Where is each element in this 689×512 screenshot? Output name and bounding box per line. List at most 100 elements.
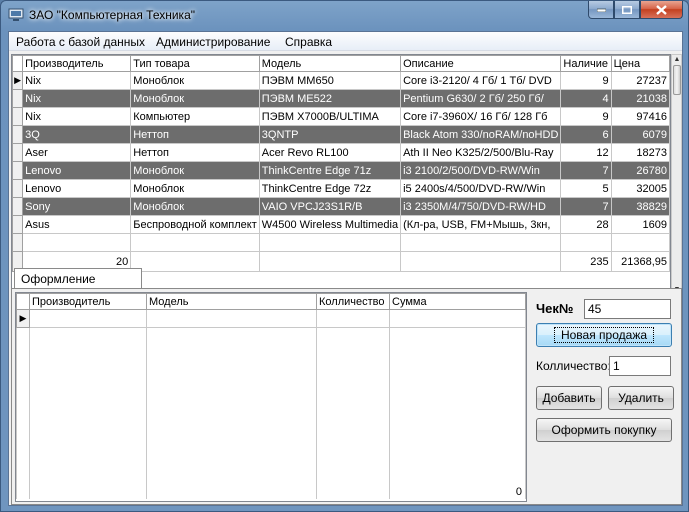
row-header[interactable] xyxy=(12,215,24,234)
cell-description[interactable]: Ath II Neo K325/2/500/Blu-Ray xyxy=(400,143,562,162)
cell-price[interactable]: 27237 xyxy=(610,71,670,90)
column-header-model[interactable]: Модель xyxy=(146,293,317,310)
cell-price[interactable]: 18273 xyxy=(610,143,670,162)
cell-stock[interactable]: 6 xyxy=(560,125,612,144)
remove-button[interactable]: Удалить xyxy=(608,386,674,410)
row-header[interactable] xyxy=(12,179,24,198)
table-row[interactable]: Nix Моноблок ПЭВМ ME522 Pentium G630/ 2 Гб/… xyxy=(12,89,670,108)
cell-model[interactable]: ПЭВМ X7000B/ULTIMA xyxy=(258,107,402,126)
column-header-type[interactable]: Тип товара xyxy=(130,55,260,72)
menu-administration[interactable]: Администрирование xyxy=(156,35,270,49)
cell-description[interactable]: i5 2400s/4/500/DVD-RW/Win xyxy=(400,179,562,198)
cell[interactable] xyxy=(560,233,612,252)
cell-type[interactable]: Моноблок xyxy=(130,197,260,216)
close-button[interactable] xyxy=(640,1,683,19)
title-bar[interactable]: ЗАО "Компьютерная Техника" xyxy=(1,1,688,31)
cell-stock[interactable]: 7 xyxy=(560,197,612,216)
checkout-button[interactable]: Оформить покупку xyxy=(536,418,672,442)
current-row-arrow-icon[interactable]: ▶ xyxy=(12,71,24,90)
table-row[interactable]: 3Q Неттоп 3QNTP Black Atom 330/noRAM/noHDD… xyxy=(12,125,670,144)
cell[interactable] xyxy=(146,309,317,328)
cell-price[interactable]: 26780 xyxy=(610,161,670,180)
row-header[interactable] xyxy=(12,143,24,162)
cell-type[interactable]: Моноблок xyxy=(130,89,260,108)
cell-type[interactable]: Моноблок xyxy=(130,179,260,198)
scroll-up-icon[interactable]: ▲ xyxy=(673,55,681,64)
column-header-manufacturer[interactable]: Производитель xyxy=(22,55,132,72)
add-button[interactable]: Добавить xyxy=(536,386,602,410)
row-header[interactable] xyxy=(12,125,24,144)
cell-manufacturer[interactable]: Sony xyxy=(22,197,132,216)
cell-price[interactable]: 38829 xyxy=(610,197,670,216)
table-row[interactable]: Asus Беспроводной комплект W4500 Wireless … xyxy=(12,215,670,234)
table-row[interactable]: ▶ Nix Моноблок ПЭВМ MM650 Core i3-2120/ 4 Гб… xyxy=(12,71,670,90)
table-row[interactable]: Aser Неттоп Acer Revo RL100 Ath II Neo K325… xyxy=(12,143,670,162)
sale-new-row[interactable]: ▶ xyxy=(16,309,526,328)
cell[interactable] xyxy=(389,309,526,328)
column-header-manufacturer[interactable]: Производитель xyxy=(29,293,147,310)
check-number-field[interactable]: 45 xyxy=(584,299,671,319)
menu-database[interactable]: Работа с базой данных xyxy=(16,35,145,49)
cell-stock[interactable]: 4 xyxy=(560,89,612,108)
cell-description[interactable]: i3 2350M/4/750/DVD-RW/HD xyxy=(400,197,562,216)
cell-manufacturer[interactable]: Lenovo xyxy=(22,179,132,198)
cell-model[interactable]: VAIO VPCJ23S1R/B xyxy=(258,197,402,216)
minimize-button[interactable] xyxy=(588,1,614,19)
cell-manufacturer[interactable]: Asus xyxy=(22,215,132,234)
cell-stock[interactable]: 9 xyxy=(560,107,612,126)
menu-help[interactable]: Справка xyxy=(285,35,332,49)
products-scrollbar[interactable]: ▲ ▼ xyxy=(671,54,682,295)
cell-manufacturer[interactable]: Aser xyxy=(22,143,132,162)
cell-type[interactable]: Моноблок xyxy=(130,161,260,180)
column-header-price[interactable]: Цена xyxy=(610,55,670,72)
row-header[interactable] xyxy=(12,161,24,180)
cell[interactable] xyxy=(400,233,562,252)
cell-model[interactable]: 3QNTP xyxy=(258,125,402,144)
cell-type[interactable]: Неттоп xyxy=(130,125,260,144)
cell[interactable] xyxy=(29,309,147,328)
row-header[interactable] xyxy=(12,107,24,126)
cell-description[interactable]: Core i3-2120/ 4 Гб/ 1 Тб/ DVD xyxy=(400,71,562,90)
table-row[interactable]: Nix Компьютер ПЭВМ X7000B/ULTIMA Core i7-39… xyxy=(12,107,670,126)
column-header-sum[interactable]: Сумма xyxy=(389,293,526,310)
cell[interactable] xyxy=(316,309,390,328)
table-row[interactable]: Sony Моноблок VAIO VPCJ23S1R/B i3 2350M/4/7… xyxy=(12,197,670,216)
cell-description[interactable]: Pentium G630/ 2 Гб/ 250 Гб/ xyxy=(400,89,562,108)
cell-type[interactable]: Неттоп xyxy=(130,143,260,162)
row-header[interactable] xyxy=(12,89,24,108)
cell-stock[interactable]: 28 xyxy=(560,215,612,234)
cell-model[interactable]: W4500 Wireless Multimedia xyxy=(258,215,402,234)
cell-price[interactable]: 1609 xyxy=(610,215,670,234)
cell-model[interactable]: ПЭВМ ME522 xyxy=(258,89,402,108)
table-row[interactable]: Lenovo Моноблок ThinkCentre Edge 72z i5 240… xyxy=(12,179,670,198)
row-header[interactable] xyxy=(12,197,24,216)
cell-price[interactable]: 32005 xyxy=(610,179,670,198)
cell-model[interactable]: ПЭВМ MM650 xyxy=(258,71,402,90)
cell-description[interactable]: Core i7-3960X/ 16 Гб/ 128 Гб xyxy=(400,107,562,126)
column-header-quantity[interactable]: Колличество xyxy=(316,293,390,310)
cell-description[interactable]: Black Atom 330/noRAM/noHDD xyxy=(400,125,562,144)
cell-description[interactable]: (Кл-ра, USB, FM+Мышь, 3кн, xyxy=(400,215,562,234)
cell-stock[interactable]: 9 xyxy=(560,71,612,90)
cell-type[interactable]: Беспроводной комплект xyxy=(130,215,260,234)
cell-price[interactable]: 6079 xyxy=(610,125,670,144)
tab-sale[interactable]: Оформление продажи xyxy=(14,268,142,300)
maximize-button[interactable] xyxy=(614,1,640,19)
cell-type[interactable]: Компьютер xyxy=(130,107,260,126)
cell[interactable] xyxy=(610,233,670,252)
cell-stock[interactable]: 7 xyxy=(560,161,612,180)
cell-manufacturer[interactable]: Lenovo xyxy=(22,161,132,180)
cell-description[interactable]: i3 2100/2/500/DVD-RW/Win xyxy=(400,161,562,180)
cell[interactable] xyxy=(258,233,402,252)
cell[interactable] xyxy=(22,233,132,252)
sale-grid[interactable]: Производитель Модель Колличество Сумма ▶ xyxy=(15,292,527,502)
cell-manufacturer[interactable]: 3Q xyxy=(22,125,132,144)
cell-price[interactable]: 21038 xyxy=(610,89,670,108)
cell-model[interactable]: Acer Revo RL100 xyxy=(258,143,402,162)
cell-manufacturer[interactable]: Nix xyxy=(22,71,132,90)
column-header-model[interactable]: Модель xyxy=(258,55,402,72)
quantity-field[interactable]: 1 xyxy=(609,356,671,376)
cell-price[interactable]: 97416 xyxy=(610,107,670,126)
cell-stock[interactable]: 5 xyxy=(560,179,612,198)
cell-model[interactable]: ThinkCentre Edge 72z xyxy=(258,179,402,198)
